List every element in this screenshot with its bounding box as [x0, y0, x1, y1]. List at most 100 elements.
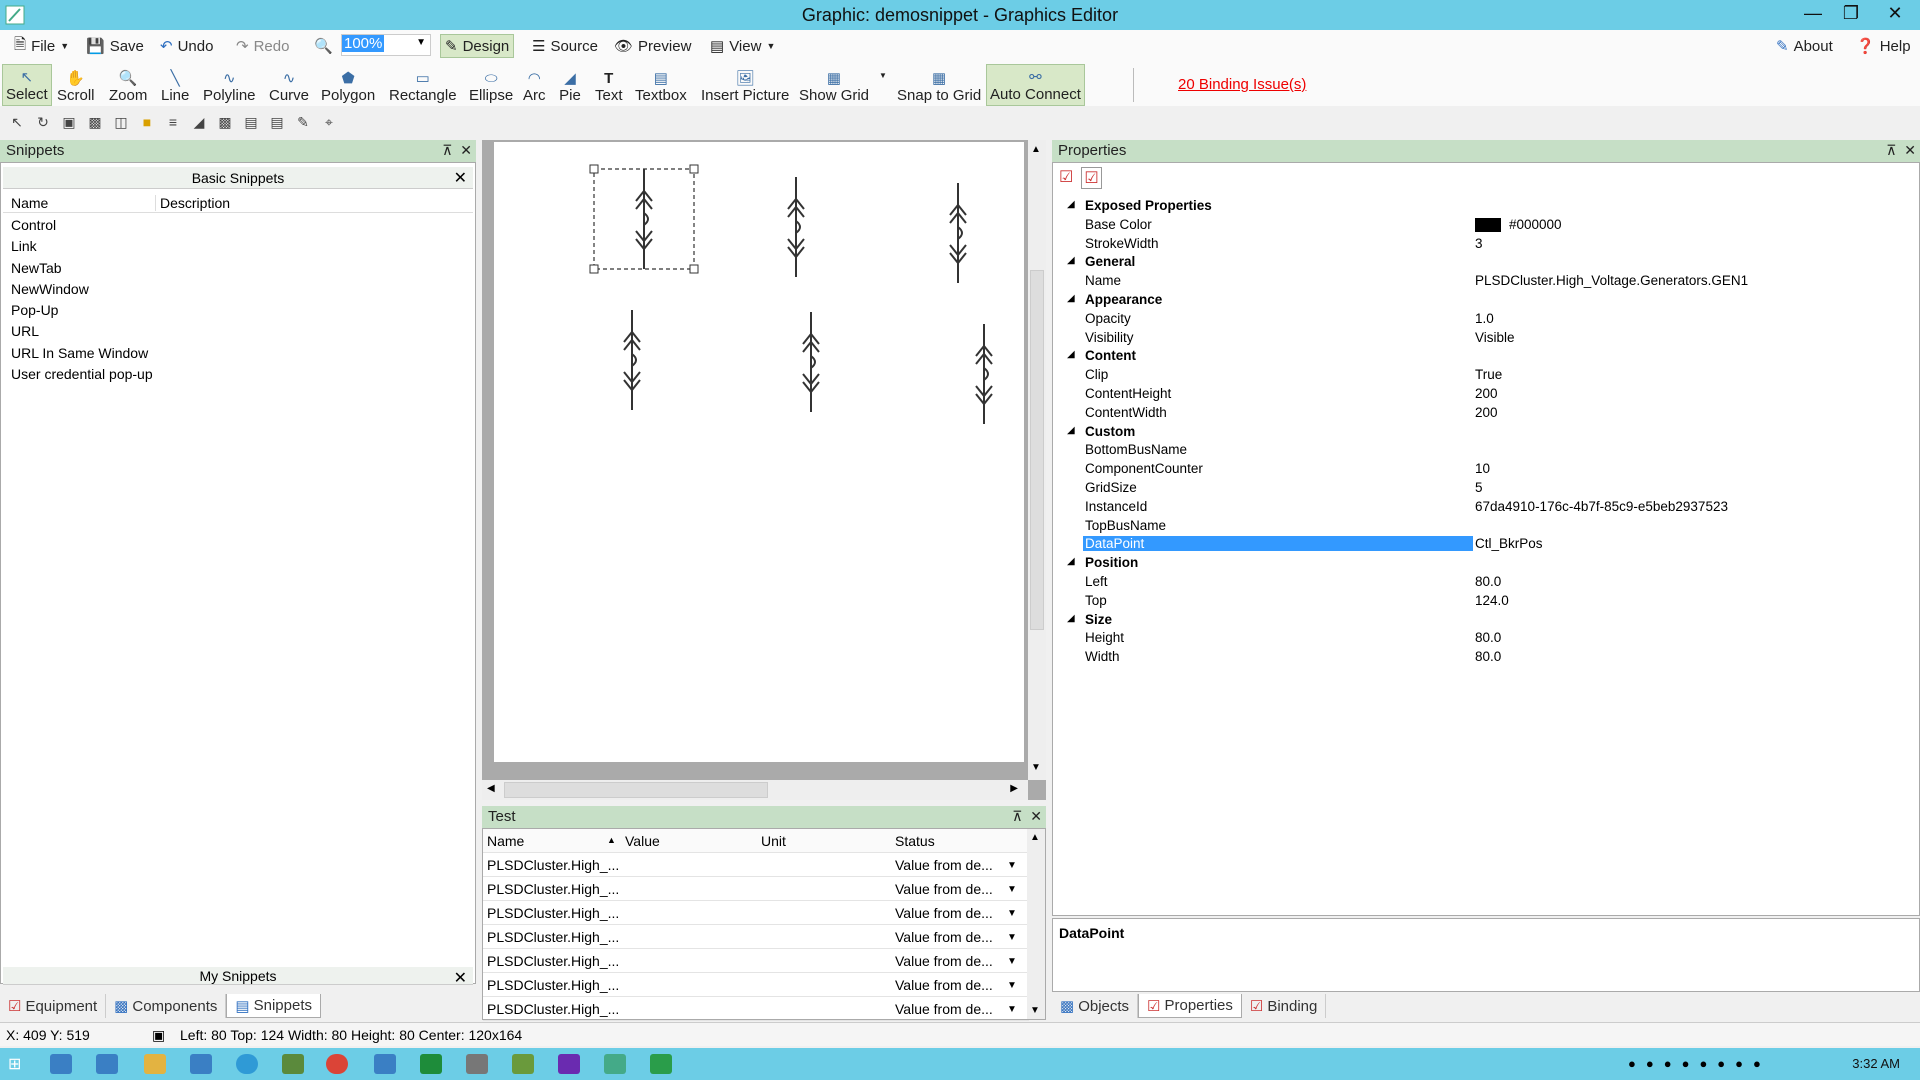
property-value[interactable]: PLSDCluster.High_Voltage.Generators.GEN1	[1475, 273, 1748, 288]
tool-arc[interactable]: ◠ Arc	[520, 64, 549, 106]
send-back-icon[interactable]: ▤	[266, 112, 288, 132]
property-value[interactable]: True	[1475, 367, 1502, 382]
collapse-icon[interactable]: ◢	[1067, 293, 1075, 304]
property-value[interactable]: 3	[1475, 236, 1483, 251]
taskbar-app-icon[interactable]	[190, 1054, 212, 1074]
pin-icon[interactable]: ⊼	[1012, 808, 1022, 824]
list-item[interactable]: Control	[11, 215, 153, 236]
breaker-symbol[interactable]	[802, 311, 820, 413]
list-item[interactable]: User credential pop-up	[11, 364, 153, 385]
resize-icon[interactable]: ▣	[58, 112, 80, 132]
list-item[interactable]: Link	[11, 236, 153, 257]
drawing-canvas[interactable]	[494, 142, 1024, 762]
property-category[interactable]: ◢ Position	[1061, 554, 1920, 573]
property-row[interactable]: Base Color #000000	[1061, 216, 1920, 235]
taskbar-app-icon[interactable]	[420, 1054, 442, 1074]
flip-icon[interactable]: ◢	[188, 112, 210, 132]
property-row[interactable]: ComponentCounter 10	[1061, 460, 1920, 479]
property-category[interactable]: ◢ Custom	[1061, 423, 1920, 442]
tool-insert-picture[interactable]: 🖼 Insert Picture	[698, 64, 792, 106]
tool-rectangle[interactable]: ▭ Rectangle	[386, 64, 460, 106]
taskbar-app-icon[interactable]	[512, 1054, 534, 1074]
tool-polyline[interactable]: ∿ Polyline	[200, 64, 259, 106]
tool-scroll[interactable]: ✋ Scroll	[54, 64, 98, 106]
horizontal-scrollbar[interactable]: ◀ ▶	[482, 780, 1028, 800]
property-value[interactable]: 200	[1475, 386, 1498, 401]
file-menu[interactable]: 🗎 File ▼	[10, 34, 73, 58]
group-icon[interactable]: ■	[136, 112, 158, 132]
property-value[interactable]: 1.0	[1475, 311, 1494, 326]
property-value[interactable]: 200	[1475, 405, 1498, 420]
list-item[interactable]: NewWindow	[11, 279, 153, 300]
property-value[interactable]: Ctl_BkrPos	[1475, 536, 1543, 551]
close-icon[interactable]: ✕	[460, 142, 472, 158]
property-value[interactable]: #000000	[1475, 217, 1562, 233]
about-button[interactable]: ✎ About	[1772, 34, 1837, 58]
breaker-symbol[interactable]	[635, 168, 653, 270]
property-row[interactable]: Width 80.0	[1061, 648, 1920, 667]
resize-handle[interactable]	[589, 164, 599, 174]
preview-tab[interactable]: 👁 Preview	[610, 34, 695, 58]
property-category[interactable]: ◢ Content	[1061, 347, 1920, 366]
graphics-editor-icon[interactable]	[604, 1054, 626, 1074]
list-item[interactable]: URL	[11, 321, 153, 342]
help-button[interactable]: ❓ Help	[1852, 34, 1915, 58]
tray-icon[interactable]: ●	[1664, 1056, 1672, 1071]
table-row[interactable]: PLSDCluster.High_... Value from de... ▼	[483, 853, 1029, 877]
save-button[interactable]: 💾 Save	[82, 34, 148, 58]
property-category[interactable]: ◢ Size	[1061, 611, 1920, 630]
tab-properties[interactable]: ☑ Properties	[1138, 994, 1242, 1018]
show-grid-dropdown[interactable]: ▼	[876, 64, 890, 106]
chevron-down-icon[interactable]: ▼	[1007, 1004, 1017, 1015]
tray-icon[interactable]: ●	[1753, 1056, 1761, 1071]
tool-ellipse[interactable]: ⬭ Ellipse	[466, 64, 516, 106]
property-row[interactable]: TopBusName	[1061, 517, 1920, 536]
property-row[interactable]: Visibility Visible	[1061, 329, 1920, 348]
property-value[interactable]: 80.0	[1475, 574, 1501, 589]
tool-show-grid[interactable]: ▦ Show Grid	[796, 64, 872, 106]
tab-snippets[interactable]: ▤ Snippets	[226, 994, 321, 1018]
resize-handle[interactable]	[589, 264, 599, 274]
column-status[interactable]: Status	[895, 833, 935, 849]
property-row[interactable]: ContentHeight 200	[1061, 385, 1920, 404]
taskbar-app-icon[interactable]	[282, 1054, 304, 1074]
resize-handle[interactable]	[689, 264, 699, 274]
taskbar-app-icon[interactable]	[650, 1054, 672, 1074]
tool-zoom[interactable]: 🔍 Zoom	[106, 64, 150, 106]
property-row[interactable]: InstanceId 67da4910-176c-4b7f-85c9-e5beb2…	[1061, 498, 1920, 517]
view-menu[interactable]: ▤ View ▼	[706, 34, 779, 58]
close-icon[interactable]: ✕	[454, 968, 467, 988]
property-value[interactable]: Visible	[1475, 330, 1515, 345]
vertical-scrollbar[interactable]: ▲ ▼	[1028, 140, 1046, 780]
tray-icon[interactable]: ●	[1717, 1056, 1725, 1071]
alphabetical-icon[interactable]: ☑	[1081, 167, 1102, 189]
breaker-symbol[interactable]	[787, 176, 805, 278]
close-button[interactable]: ✕	[1870, 0, 1920, 26]
connector-icon[interactable]: ⌖	[318, 112, 340, 132]
taskbar-clock[interactable]: 3:32 AM	[1852, 1056, 1900, 1071]
categorized-icon[interactable]: ☑	[1059, 167, 1073, 189]
tab-equipment[interactable]: ☑ Equipment	[0, 994, 107, 1018]
folder-icon[interactable]	[144, 1054, 166, 1074]
property-value[interactable]: 10	[1475, 461, 1490, 476]
scroll-down-icon[interactable]: ▼	[1030, 1005, 1040, 1016]
table-row[interactable]: PLSDCluster.High_... Value from de... ▼	[483, 949, 1029, 973]
collapse-icon[interactable]: ◢	[1067, 425, 1075, 436]
taskbar-app-icon[interactable]	[558, 1054, 580, 1074]
collapse-icon[interactable]: ◢	[1067, 255, 1075, 266]
chevron-down-icon[interactable]: ▼	[1007, 908, 1017, 919]
list-item[interactable]: NewTab	[11, 258, 153, 279]
tool-auto-connect[interactable]: ⚯ Auto Connect	[986, 64, 1085, 106]
property-category[interactable]: ◢ Appearance	[1061, 291, 1920, 310]
tool-line[interactable]: ╲ Line	[158, 64, 192, 106]
minimize-button[interactable]: —	[1794, 0, 1832, 26]
scroll-thumb[interactable]	[1030, 270, 1044, 630]
property-value[interactable]: 124.0	[1475, 593, 1509, 608]
column-name[interactable]: Name	[487, 833, 524, 849]
tool-select[interactable]: ↖ Select	[2, 64, 52, 106]
tray-icon[interactable]: ●	[1646, 1056, 1654, 1071]
chevron-down-icon[interactable]: ▼	[1007, 980, 1017, 991]
close-icon[interactable]: ✕	[454, 168, 467, 188]
chevron-down-icon[interactable]: ▼	[1007, 932, 1017, 943]
table-row[interactable]: PLSDCluster.High_... Value from de... ▼	[483, 925, 1029, 949]
